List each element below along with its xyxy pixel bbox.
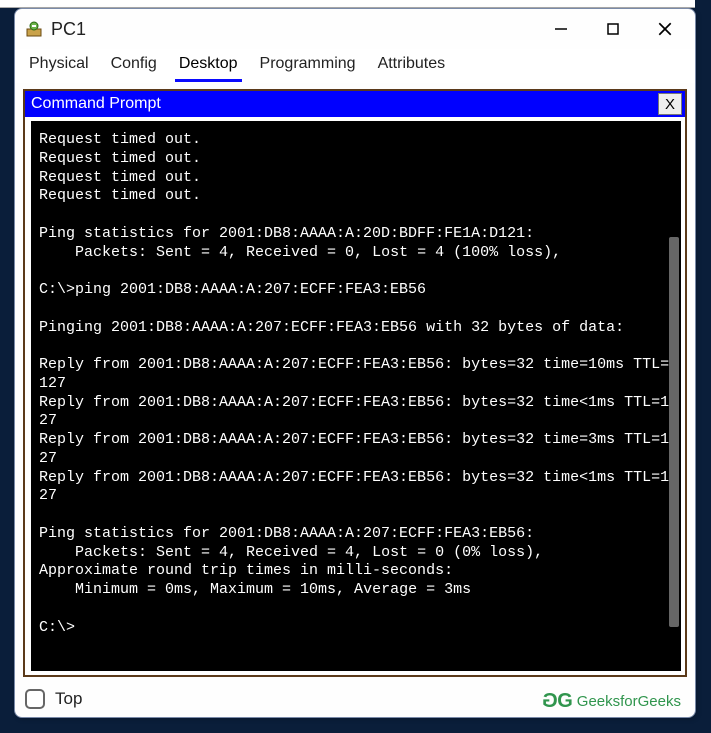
tab-config[interactable]: Config: [107, 51, 161, 82]
titlebar[interactable]: PC1: [15, 9, 695, 49]
command-prompt-close-button[interactable]: X: [658, 93, 682, 115]
window-title: PC1: [51, 19, 86, 40]
terminal-output[interactable]: Request timed out. Request timed out. Re…: [31, 121, 681, 671]
scrollbar-thumb[interactable]: [669, 237, 679, 627]
tab-desktop[interactable]: Desktop: [175, 51, 242, 82]
watermark: GG GeeksforGeeks: [544, 690, 681, 713]
maximize-button[interactable]: [587, 9, 639, 49]
tabs-row: Physical Config Desktop Programming Attr…: [15, 49, 695, 83]
tab-attributes[interactable]: Attributes: [374, 51, 450, 82]
terminal-area: Request timed out. Request timed out. Re…: [25, 117, 685, 675]
app-icon: [25, 20, 43, 38]
close-icon: X: [665, 96, 675, 113]
content-pane: Command Prompt X Request timed out. Requ…: [23, 89, 687, 677]
footer-row: Top GG GeeksforGeeks: [15, 681, 695, 717]
command-prompt-titlebar[interactable]: Command Prompt X: [25, 91, 685, 117]
close-button[interactable]: [639, 9, 691, 49]
tab-physical[interactable]: Physical: [25, 51, 93, 82]
background-strip: [0, 0, 695, 8]
tab-programming[interactable]: Programming: [256, 51, 360, 82]
gfg-logo-icon: GG: [544, 690, 571, 713]
watermark-text: GeeksforGeeks: [577, 693, 681, 710]
top-checkbox[interactable]: [25, 689, 45, 709]
app-window: PC1 Physical Config Desktop Programming …: [14, 8, 696, 718]
command-prompt-title: Command Prompt: [31, 95, 161, 113]
top-checkbox-label: Top: [55, 689, 82, 709]
minimize-button[interactable]: [535, 9, 587, 49]
